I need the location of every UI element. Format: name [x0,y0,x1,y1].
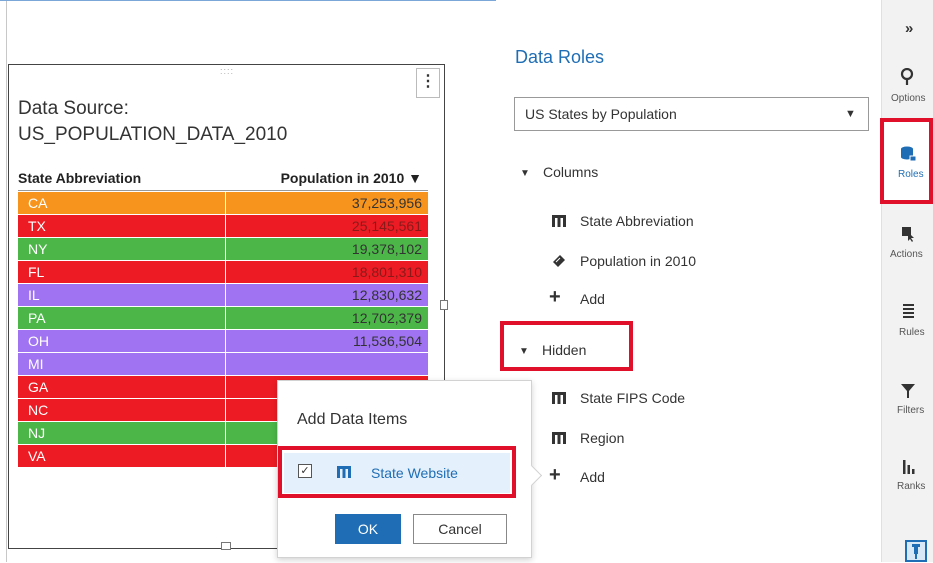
options-icon [900,68,914,85]
canvas-divider [6,1,7,562]
add-icon[interactable]: + [549,464,561,487]
cell-state: OH [18,330,225,352]
column-header-population[interactable]: Population in 2010 ▼ [226,170,422,186]
cell-state: GA [18,376,225,398]
rail-label-roles[interactable]: Roles [898,169,924,180]
data-source-name: US_POPULATION_DATA_2010 [18,124,288,145]
columns-section-label[interactable]: Columns [543,164,598,180]
actions-icon [902,227,914,242]
table-row[interactable]: PA 12,702,379 [18,307,428,329]
cell-population: 18,801,310 [226,261,428,283]
cell-state: CA [18,192,225,214]
collapse-triangle-icon[interactable]: ▼ [520,168,530,179]
ranks-icon [903,460,915,474]
table-row[interactable]: OH 11,536,504 [18,330,428,352]
rail-label-rules[interactable]: Rules [899,327,925,338]
cell-population: 19,378,102 [226,238,428,260]
rail-label-actions[interactable]: Actions [890,249,923,260]
hidden-add-link[interactable]: Add [580,469,605,485]
data-roles-title: Data Roles [515,47,605,67]
cell-state: IL [18,284,225,306]
cell-state: VA [18,445,225,467]
cell-state: MI [18,353,225,375]
table-row[interactable]: IL 12,830,632 [18,284,428,306]
cell-population [226,353,428,375]
cancel-button[interactable]: Cancel [413,514,507,544]
rail-label-options[interactable]: Options [891,93,925,104]
drag-handle-icon[interactable]: :::: [220,66,234,76]
cell-population: 37,253,956 [226,192,428,214]
resize-handle-right[interactable] [440,300,448,310]
rules-icon [903,304,914,318]
data-item-label: State Website [371,465,458,481]
column-header-state-abbreviation[interactable]: State Abbreviation [18,170,228,186]
data-source-label: Data Source: [18,98,129,119]
table-row[interactable]: NY 19,378,102 [18,238,428,260]
popup-title: Add Data Items [297,411,408,428]
role-item-state-abbreviation[interactable]: State Abbreviation [580,213,694,229]
cell-state: FL [18,261,225,283]
category-icon [552,392,566,404]
table-row[interactable]: FL 18,801,310 [18,261,428,283]
columns-add-link[interactable]: Add [580,291,605,307]
pin-icon[interactable] [905,540,927,562]
rail-label-filters[interactable]: Filters [897,405,924,416]
role-item-population[interactable]: Population in 2010 [580,253,696,269]
filters-icon [901,384,915,398]
highlight-box [500,321,633,371]
cell-state: NJ [18,422,225,444]
table-row[interactable]: TX 25,145,561 [18,215,428,237]
data-item-checkbox[interactable]: ✓ [298,464,312,478]
cell-population: 11,536,504 [226,330,428,352]
roles-icon [901,146,916,162]
category-icon [337,466,351,478]
ok-button[interactable]: OK [335,514,401,544]
cell-population: 25,145,561 [226,215,428,237]
cell-state: PA [18,307,225,329]
table-row[interactable]: MI [18,353,428,375]
resize-handle-bottom[interactable] [221,542,231,550]
measure-icon [553,255,565,267]
category-icon [552,215,566,227]
role-item-region[interactable]: Region [580,430,624,446]
chevron-down-icon: ▼ [845,108,856,120]
cell-population: 12,702,379 [226,307,428,329]
add-icon[interactable]: + [549,286,561,309]
header-divider [18,190,428,191]
collapse-pane-icon[interactable]: » [905,20,913,37]
data-source-select-value: US States by Population [525,106,677,122]
rail-label-ranks[interactable]: Ranks [897,481,925,492]
cell-state: NC [18,399,225,421]
cell-state: NY [18,238,225,260]
role-item-state-fips-code[interactable]: State FIPS Code [580,390,685,406]
category-icon [552,432,566,444]
table-row[interactable]: CA 37,253,956 [18,192,428,214]
object-menu-button[interactable]: ⋮ [416,68,440,98]
cell-state: TX [18,215,225,237]
cell-population: 12,830,632 [226,284,428,306]
